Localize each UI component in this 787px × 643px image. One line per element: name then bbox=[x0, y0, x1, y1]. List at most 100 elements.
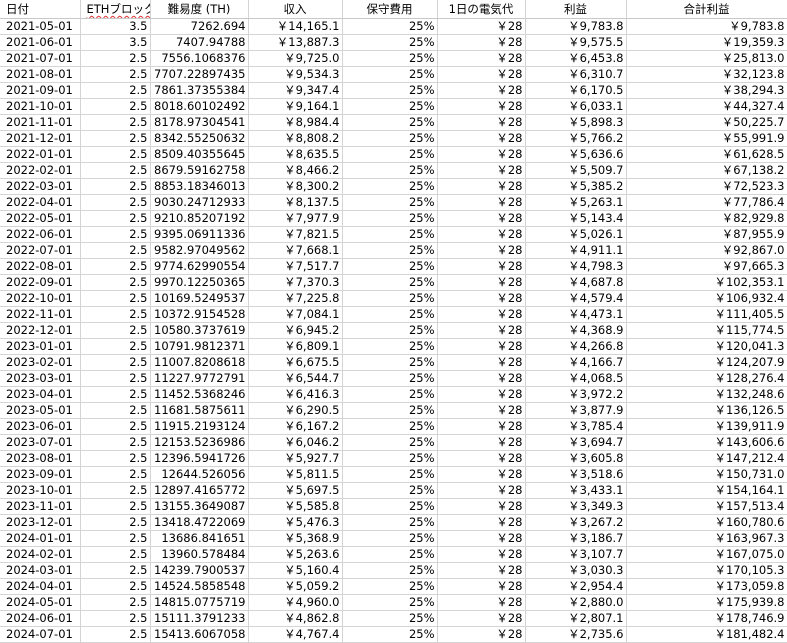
total-profit-cell[interactable]: ￥175,939.8 bbox=[626, 594, 787, 611]
header-eth-block-reward[interactable]: ETHブロック報酬 bbox=[80, 0, 151, 19]
eth-reward-cell[interactable]: 2.5 bbox=[80, 338, 151, 355]
eth-reward-cell[interactable]: 2.5 bbox=[80, 546, 151, 563]
total-profit-cell[interactable]: ￥61,628.5 bbox=[626, 146, 787, 163]
revenue-cell[interactable]: ￥5,263.6 bbox=[248, 546, 343, 563]
eth-reward-cell[interactable]: 2.5 bbox=[80, 370, 151, 387]
eth-reward-cell[interactable]: 2.5 bbox=[80, 178, 151, 195]
profit-cell[interactable]: ￥9,783.8 bbox=[525, 18, 627, 35]
maintenance-cell[interactable]: 25% bbox=[342, 146, 438, 163]
profit-cell[interactable]: ￥9,575.5 bbox=[525, 34, 627, 51]
eth-reward-cell[interactable]: 2.5 bbox=[80, 354, 151, 371]
eth-reward-cell[interactable]: 2.5 bbox=[80, 274, 151, 291]
profit-cell[interactable]: ￥2,735.6 bbox=[525, 626, 627, 643]
electricity-cell[interactable]: ￥28 bbox=[437, 370, 526, 387]
electricity-cell[interactable]: ￥28 bbox=[437, 578, 526, 595]
total-profit-cell[interactable]: ￥163,967.3 bbox=[626, 530, 787, 547]
maintenance-cell[interactable]: 25% bbox=[342, 178, 438, 195]
electricity-cell[interactable]: ￥28 bbox=[437, 162, 526, 179]
revenue-cell[interactable]: ￥4,767.4 bbox=[248, 626, 343, 643]
profit-cell[interactable]: ￥4,368.9 bbox=[525, 322, 627, 339]
date-cell[interactable]: 2022-10-01 bbox=[0, 290, 81, 307]
difficulty-cell[interactable]: 9970.12250365 bbox=[150, 274, 249, 291]
profit-cell[interactable]: ￥2,880.0 bbox=[525, 594, 627, 611]
profit-cell[interactable]: ￥3,186.7 bbox=[525, 530, 627, 547]
difficulty-cell[interactable]: 10580.3737619 bbox=[150, 322, 249, 339]
total-profit-cell[interactable]: ￥160,780.6 bbox=[626, 514, 787, 531]
date-cell[interactable]: 2022-03-01 bbox=[0, 178, 81, 195]
maintenance-cell[interactable]: 25% bbox=[342, 530, 438, 547]
difficulty-cell[interactable]: 10169.5249537 bbox=[150, 290, 249, 307]
electricity-cell[interactable]: ￥28 bbox=[437, 226, 526, 243]
electricity-cell[interactable]: ￥28 bbox=[437, 130, 526, 147]
profit-cell[interactable]: ￥6,310.7 bbox=[525, 66, 627, 83]
revenue-cell[interactable]: ￥7,821.5 bbox=[248, 226, 343, 243]
eth-reward-cell[interactable]: 3.5 bbox=[80, 34, 151, 51]
maintenance-cell[interactable]: 25% bbox=[342, 386, 438, 403]
difficulty-cell[interactable]: 13686.841651 bbox=[150, 530, 249, 547]
electricity-cell[interactable]: ￥28 bbox=[437, 482, 526, 499]
date-cell[interactable]: 2023-05-01 bbox=[0, 402, 81, 419]
electricity-cell[interactable]: ￥28 bbox=[437, 338, 526, 355]
date-cell[interactable]: 2024-06-01 bbox=[0, 610, 81, 627]
revenue-cell[interactable]: ￥8,635.5 bbox=[248, 146, 343, 163]
profit-cell[interactable]: ￥4,911.1 bbox=[525, 242, 627, 259]
revenue-cell[interactable]: ￥5,927.7 bbox=[248, 450, 343, 467]
revenue-cell[interactable]: ￥7,225.8 bbox=[248, 290, 343, 307]
date-cell[interactable]: 2023-12-01 bbox=[0, 514, 81, 531]
electricity-cell[interactable]: ￥28 bbox=[437, 546, 526, 563]
total-profit-cell[interactable]: ￥154,164.1 bbox=[626, 482, 787, 499]
eth-reward-cell[interactable]: 2.5 bbox=[80, 82, 151, 99]
eth-reward-cell[interactable]: 3.5 bbox=[80, 18, 151, 35]
date-cell[interactable]: 2022-09-01 bbox=[0, 274, 81, 291]
profit-cell[interactable]: ￥5,509.7 bbox=[525, 162, 627, 179]
total-profit-cell[interactable]: ￥132,248.6 bbox=[626, 386, 787, 403]
profit-cell[interactable]: ￥3,107.7 bbox=[525, 546, 627, 563]
total-profit-cell[interactable]: ￥111,405.5 bbox=[626, 306, 787, 323]
maintenance-cell[interactable]: 25% bbox=[342, 562, 438, 579]
date-cell[interactable]: 2024-07-01 bbox=[0, 626, 81, 643]
electricity-cell[interactable]: ￥28 bbox=[437, 434, 526, 451]
date-cell[interactable]: 2022-11-01 bbox=[0, 306, 81, 323]
difficulty-cell[interactable]: 12644.526056 bbox=[150, 466, 249, 483]
date-cell[interactable]: 2021-08-01 bbox=[0, 66, 81, 83]
header-revenue[interactable]: 収入 bbox=[248, 0, 343, 19]
maintenance-cell[interactable]: 25% bbox=[342, 594, 438, 611]
maintenance-cell[interactable]: 25% bbox=[342, 82, 438, 99]
total-profit-cell[interactable]: ￥92,867.0 bbox=[626, 242, 787, 259]
date-cell[interactable]: 2022-01-01 bbox=[0, 146, 81, 163]
maintenance-cell[interactable]: 25% bbox=[342, 34, 438, 51]
eth-reward-cell[interactable]: 2.5 bbox=[80, 194, 151, 211]
eth-reward-cell[interactable]: 2.5 bbox=[80, 514, 151, 531]
electricity-cell[interactable]: ￥28 bbox=[437, 610, 526, 627]
eth-reward-cell[interactable]: 2.5 bbox=[80, 610, 151, 627]
difficulty-cell[interactable]: 12396.5941726 bbox=[150, 450, 249, 467]
revenue-cell[interactable]: ￥8,808.2 bbox=[248, 130, 343, 147]
difficulty-cell[interactable]: 9395.06911336 bbox=[150, 226, 249, 243]
date-cell[interactable]: 2024-05-01 bbox=[0, 594, 81, 611]
difficulty-cell[interactable]: 8853.18346013 bbox=[150, 178, 249, 195]
total-profit-cell[interactable]: ￥50,225.7 bbox=[626, 114, 787, 131]
profit-cell[interactable]: ￥3,877.9 bbox=[525, 402, 627, 419]
eth-reward-cell[interactable]: 2.5 bbox=[80, 322, 151, 339]
revenue-cell[interactable]: ￥8,466.2 bbox=[248, 162, 343, 179]
profit-cell[interactable]: ￥5,385.2 bbox=[525, 178, 627, 195]
profit-cell[interactable]: ￥5,636.6 bbox=[525, 146, 627, 163]
eth-reward-cell[interactable]: 2.5 bbox=[80, 114, 151, 131]
electricity-cell[interactable]: ￥28 bbox=[437, 514, 526, 531]
electricity-cell[interactable]: ￥28 bbox=[437, 530, 526, 547]
difficulty-cell[interactable]: 7861.37355384 bbox=[150, 82, 249, 99]
difficulty-cell[interactable]: 14815.0775719 bbox=[150, 594, 249, 611]
difficulty-cell[interactable]: 7707.22897435 bbox=[150, 66, 249, 83]
revenue-cell[interactable]: ￥5,585.8 bbox=[248, 498, 343, 515]
total-profit-cell[interactable]: ￥67,138.2 bbox=[626, 162, 787, 179]
electricity-cell[interactable]: ￥28 bbox=[437, 626, 526, 643]
total-profit-cell[interactable]: ￥25,813.0 bbox=[626, 50, 787, 67]
date-cell[interactable]: 2023-01-01 bbox=[0, 338, 81, 355]
electricity-cell[interactable]: ￥28 bbox=[437, 258, 526, 275]
profit-cell[interactable]: ￥3,349.3 bbox=[525, 498, 627, 515]
electricity-cell[interactable]: ￥28 bbox=[437, 146, 526, 163]
revenue-cell[interactable]: ￥6,046.2 bbox=[248, 434, 343, 451]
revenue-cell[interactable]: ￥5,160.4 bbox=[248, 562, 343, 579]
maintenance-cell[interactable]: 25% bbox=[342, 274, 438, 291]
difficulty-cell[interactable]: 11681.5875611 bbox=[150, 402, 249, 419]
